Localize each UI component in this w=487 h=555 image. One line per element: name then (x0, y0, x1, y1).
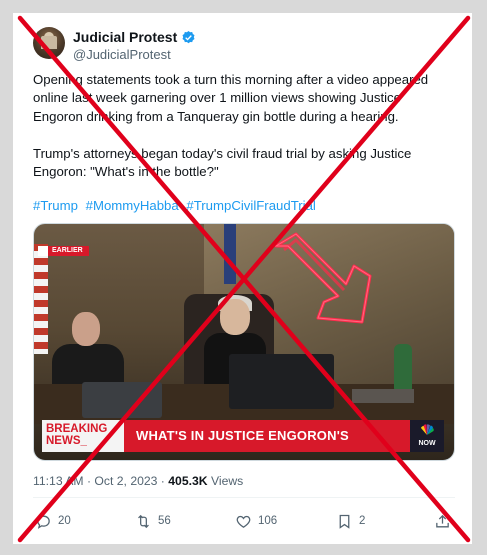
reply-button[interactable]: 20 (35, 509, 71, 533)
handle[interactable]: @JudicialProtest (73, 47, 171, 62)
neon-arrow-icon (274, 232, 372, 324)
verified-icon (182, 30, 195, 43)
hashtag-link[interactable]: #TrumpCivilFraudTrial (186, 198, 315, 213)
like-button[interactable]: 106 (235, 509, 277, 533)
hashtag-link[interactable]: #MommyHabba (86, 198, 179, 213)
share-button[interactable] (434, 509, 451, 533)
name-row: Judicial Protest (73, 29, 196, 45)
news-lower-third: BREAKING NEWS_ WHAT'S IN JUSTICE ENGORON… (42, 420, 444, 452)
views-label: Views (207, 474, 244, 488)
media-image[interactable]: EARLIER BREAKING NEWS_ WHAT'S IN JUSTICE… (33, 223, 455, 461)
share-icon (436, 514, 449, 527)
nbc-peacock-icon (421, 424, 434, 435)
reply-icon (37, 515, 50, 529)
tweet-meta: 11:13 AM · Oct 2, 2023 · 405.3K Views (33, 474, 243, 488)
bookmark-button[interactable]: 2 (336, 509, 365, 533)
flag (34, 244, 48, 354)
hashtag-link[interactable]: #Trump (33, 198, 78, 213)
breaking-news-label: BREAKING NEWS_ (42, 420, 124, 452)
avatar[interactable] (33, 27, 65, 59)
network-logo: NOW (410, 420, 444, 452)
bottle (394, 344, 412, 390)
bookmark-count: 2 (359, 515, 366, 527)
like-count: 106 (258, 515, 278, 527)
divider (33, 497, 455, 498)
action-bar: 20 56 106 2 (33, 509, 455, 533)
tweet-text: Opening statements took a turn this morn… (33, 72, 429, 180)
repost-icon (138, 514, 149, 528)
repost-button[interactable]: 56 (135, 509, 171, 533)
timestamp[interactable]: 11:13 AM · Oct 2, 2023 · (33, 474, 168, 488)
tweet-header: Judicial Protest @JudicialProtest (33, 27, 453, 67)
repost-count: 56 (158, 515, 171, 527)
bookmark-icon (339, 514, 350, 529)
display-name[interactable]: Judicial Protest (73, 29, 177, 45)
tweet-card[interactable]: Judicial Protest @JudicialProtest Openin… (13, 13, 472, 544)
views-count: 405.3K (168, 474, 208, 488)
screenshot-frame: Judicial Protest @JudicialProtest Openin… (13, 13, 472, 544)
hashtags: #Trump #MommyHabba #TrumpCivilFraudTrial (33, 198, 320, 213)
earlier-tag: EARLIER (38, 246, 89, 256)
like-icon (236, 515, 251, 528)
reply-count: 20 (58, 515, 71, 527)
news-headline: WHAT'S IN JUSTICE ENGORON'S BOTTLE? (124, 420, 410, 452)
